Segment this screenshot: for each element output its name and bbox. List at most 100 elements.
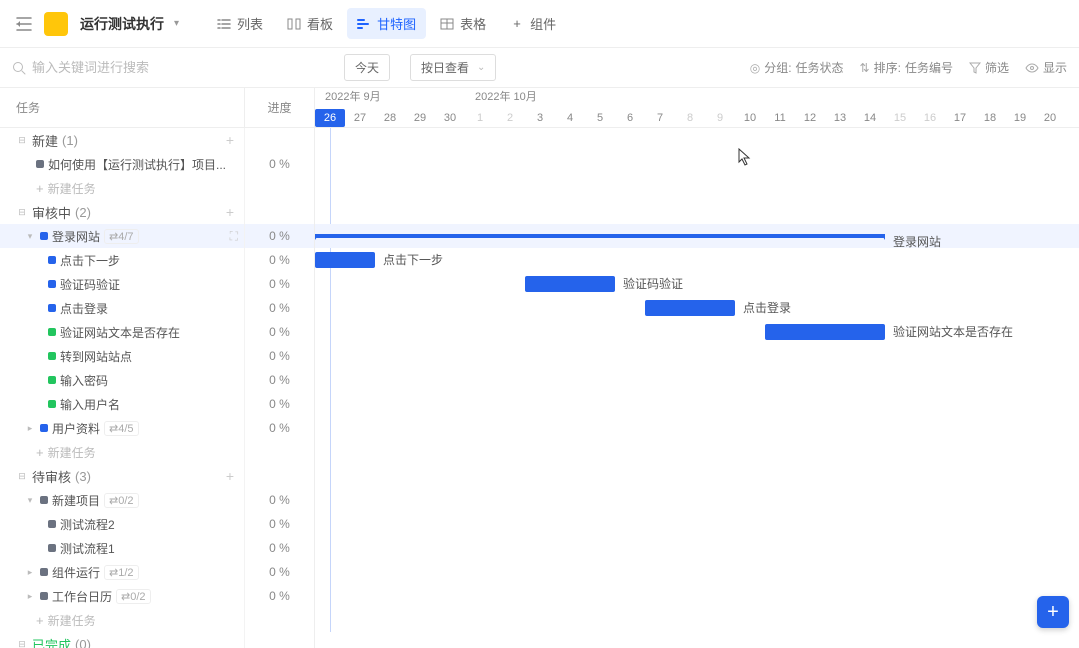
day-cell[interactable]: 19	[1005, 108, 1035, 128]
day-cell[interactable]: 8	[675, 108, 705, 128]
status-dot	[40, 424, 48, 432]
project-name[interactable]: 运行测试执行	[80, 14, 164, 34]
menu-toggle-icon[interactable]	[12, 12, 36, 36]
sort-control[interactable]: ⇅ 排序: 任务编号	[860, 59, 953, 76]
tab-table[interactable]: 表格	[430, 8, 496, 39]
plus-icon[interactable]: +	[226, 132, 234, 148]
day-cell[interactable]: 29	[405, 108, 435, 128]
subtask-badge: ⇄0/2	[104, 493, 139, 508]
task-row-input-pwd[interactable]: 输入密码 0 %	[0, 368, 314, 392]
day-cell[interactable]: 3	[525, 108, 555, 128]
task-row-calendar[interactable]: ▸ 工作台日历 ⇄0/2 0 %	[0, 584, 314, 608]
task-row-test-flow2[interactable]: 测试流程2 0 %	[0, 512, 314, 536]
display-control[interactable]: 显示	[1025, 59, 1067, 76]
filter-label: 筛选	[985, 59, 1009, 76]
plus-icon[interactable]: +	[226, 468, 234, 484]
task-row-verify-text[interactable]: 验证网站文本是否存在 0 %	[0, 320, 314, 344]
section-review[interactable]: ⊟ 审核中 (2) +	[0, 200, 314, 224]
collapse-icon[interactable]: ⊟	[16, 639, 28, 648]
day-cell[interactable]: 18	[975, 108, 1005, 128]
task-row-user-profile[interactable]: ▸ 用户资料 ⇄4/5 0 %	[0, 416, 314, 440]
day-cell[interactable]: 6	[615, 108, 645, 128]
chevron-down-icon[interactable]: ▾	[174, 18, 179, 29]
day-cell[interactable]: 12	[795, 108, 825, 128]
tab-table-label: 表格	[460, 14, 486, 33]
tab-gantt[interactable]: 甘特图	[347, 8, 426, 39]
day-cell[interactable]: 30	[435, 108, 465, 128]
chevron-down-icon[interactable]: ▾	[24, 231, 36, 242]
section-done[interactable]: ⊟ 已完成 (0)	[0, 632, 314, 648]
gantt-bar-next[interactable]: 点击下一步	[315, 252, 375, 268]
task-row-howto[interactable]: 如何使用【运行测试执行】项目... 0 %	[0, 152, 314, 176]
progress-value: 0 %	[244, 560, 314, 584]
status-dot	[40, 496, 48, 504]
chevron-right-icon[interactable]: ▸	[24, 423, 36, 434]
status-dot	[36, 160, 44, 168]
task-row-login[interactable]: ▾ 登录网站 ⇄4/7 ⛶ 0 %	[0, 224, 314, 248]
progress-value: 0 %	[244, 320, 314, 344]
today-button[interactable]: 今天	[344, 54, 390, 81]
subtask-badge: ⇄1/2	[104, 565, 139, 580]
chevron-right-icon[interactable]: ▸	[24, 591, 36, 602]
gantt-bar-captcha[interactable]: 验证码验证	[525, 276, 615, 292]
day-cell[interactable]: 16	[915, 108, 945, 128]
add-task-row[interactable]: + 新建任务	[0, 176, 314, 200]
gantt-bar-click-login[interactable]: 点击登录	[645, 300, 735, 316]
task-row-input-user[interactable]: 输入用户名 0 %	[0, 392, 314, 416]
task-row-new-project[interactable]: ▾ 新建项目 ⇄0/2 0 %	[0, 488, 314, 512]
range-select[interactable]: 按日查看 ⌄	[410, 54, 496, 81]
day-cell[interactable]: 27	[345, 108, 375, 128]
add-task-row[interactable]: + 新建任务	[0, 440, 314, 464]
search-input[interactable]	[32, 60, 232, 75]
task-row-goto-site[interactable]: 转到网站站点 0 %	[0, 344, 314, 368]
progress-value: 0 %	[244, 248, 314, 272]
status-dot	[48, 376, 56, 384]
gantt-bar-login[interactable]: 登录网站	[315, 234, 885, 238]
tab-board-label: 看板	[307, 14, 333, 33]
chevron-right-icon[interactable]: ▸	[24, 567, 36, 578]
status-dot	[48, 328, 56, 336]
task-row-captcha[interactable]: 验证码验证 0 %	[0, 272, 314, 296]
collapse-icon[interactable]: ⊟	[16, 207, 28, 218]
status-dot	[40, 592, 48, 600]
filter-control[interactable]: 筛选	[969, 59, 1009, 76]
group-control[interactable]: ◎ 分组: 任务状态	[750, 59, 844, 76]
day-cell[interactable]: 9	[705, 108, 735, 128]
plus-icon[interactable]: +	[226, 204, 234, 220]
chevron-down-icon[interactable]: ▾	[24, 495, 36, 506]
day-cell[interactable]: 11	[765, 108, 795, 128]
day-cell[interactable]: 28	[375, 108, 405, 128]
day-cell[interactable]: 20	[1035, 108, 1065, 128]
task-row-click-login[interactable]: 点击登录 0 %	[0, 296, 314, 320]
tab-list[interactable]: 列表	[207, 8, 273, 39]
task-row-widget-run[interactable]: ▸ 组件运行 ⇄1/2 0 %	[0, 560, 314, 584]
day-cell[interactable]: 10	[735, 108, 765, 128]
day-cell[interactable]: 2	[495, 108, 525, 128]
task-row-next[interactable]: 点击下一步 0 %	[0, 248, 314, 272]
day-cell[interactable]: 1	[465, 108, 495, 128]
collapse-icon[interactable]: ⊟	[16, 471, 28, 482]
tab-add-widget[interactable]: + 组件	[500, 8, 566, 39]
group-value: 任务状态	[796, 59, 844, 76]
add-fab-button[interactable]: +	[1037, 596, 1069, 628]
add-task-row[interactable]: + 新建任务	[0, 608, 314, 632]
task-row-test-flow1[interactable]: 测试流程1 0 %	[0, 536, 314, 560]
day-cell[interactable]: 17	[945, 108, 975, 128]
gantt-bar-verify-text[interactable]: 验证网站文本是否存在	[765, 324, 885, 340]
expand-icon[interactable]: ⛶	[230, 229, 238, 244]
day-cell[interactable]: 13	[825, 108, 855, 128]
day-cell[interactable]: 15	[885, 108, 915, 128]
collapse-icon[interactable]: ⊟	[16, 135, 28, 146]
month-label: 2022年 9月	[325, 88, 381, 104]
project-color-icon	[44, 12, 68, 36]
day-cell[interactable]: 7	[645, 108, 675, 128]
day-cell[interactable]: 14	[855, 108, 885, 128]
section-pending[interactable]: ⊟ 待审核 (3) +	[0, 464, 314, 488]
day-cell[interactable]: 4	[555, 108, 585, 128]
tab-board[interactable]: 看板	[277, 8, 343, 39]
section-new[interactable]: ⊟ 新建 (1) +	[0, 128, 314, 152]
gantt-bar-label: 验证网站文本是否存在	[893, 324, 1013, 340]
day-cell[interactable]: 5	[585, 108, 615, 128]
day-cell[interactable]: 26	[315, 109, 345, 127]
progress-value: 0 %	[244, 224, 314, 248]
